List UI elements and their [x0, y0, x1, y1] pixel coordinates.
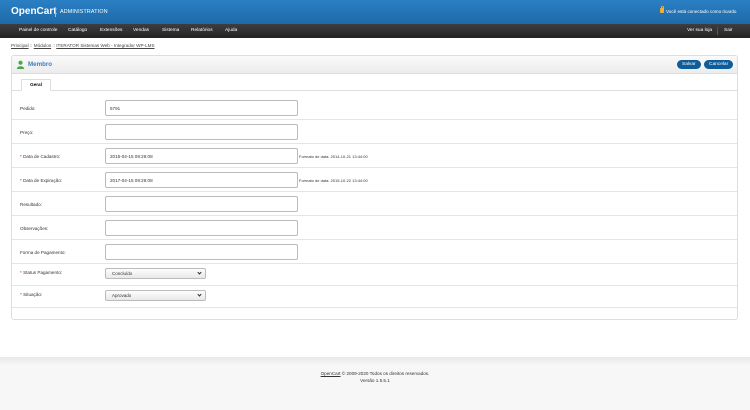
- form-row-price: Preço:: [12, 120, 737, 144]
- cancel-button[interactable]: Cancelar: [704, 60, 734, 69]
- form-row-payment-status: * Status Pagamento: Concluído: [12, 264, 737, 286]
- footer-copyright-text: © 2009-2020 Todos os direitos reservados…: [341, 371, 430, 376]
- breadcrumb-current[interactable]: ITERATOR Sistemas Web - Integrador WP-LM…: [56, 43, 154, 48]
- footer-version: Versão 1.5.5.1: [360, 378, 390, 383]
- breadcrumb-home[interactable]: Principal: [11, 43, 29, 48]
- notes-input[interactable]: [105, 220, 298, 236]
- breadcrumb-modules[interactable]: Módulos: [34, 43, 51, 48]
- footer-divider: [0, 357, 750, 365]
- menu-item-view-store[interactable]: Ver sua loja: [687, 28, 712, 33]
- breadcrumb-separator: ::: [29, 43, 33, 48]
- menu-item-catalog[interactable]: Catálogo: [68, 28, 87, 33]
- field-label: * Status Pagamento:: [20, 270, 62, 275]
- app-logo[interactable]: OpenCart: [11, 6, 57, 17]
- footer-copyright: OpenCart © 2009-2020 Todos os direitos r…: [0, 371, 750, 376]
- login-status: Você está conectado como ricardo: [666, 9, 737, 14]
- save-button[interactable]: Salvar: [677, 60, 701, 69]
- form-row-expiration-date: * Data de Expiração: 2017-04-15 09:26:08…: [12, 168, 737, 192]
- tab-general[interactable]: Geral: [21, 79, 51, 91]
- member-icon: [16, 60, 25, 69]
- footer-opencart-link[interactable]: OpenCart: [321, 371, 341, 376]
- field-label: Pedido:: [20, 106, 36, 111]
- tabs-divider: [12, 90, 737, 91]
- price-input[interactable]: [105, 124, 298, 140]
- field-label-text: Data de Expiração:: [23, 178, 63, 183]
- field-label: * Situação:: [20, 292, 42, 297]
- form-row-signup-date: * Data de Cadastro: 2015-04-15 09:26:08 …: [12, 144, 737, 168]
- app-subtitle: ADMINISTRATION: [60, 9, 108, 15]
- menu-item-sales[interactable]: Vendas: [133, 28, 149, 33]
- menu-item-extensions[interactable]: Extensões: [100, 28, 122, 33]
- form-row-notes: Observações:: [12, 216, 737, 240]
- panel-title: Membro: [28, 61, 53, 68]
- signup-date-input[interactable]: 2015-04-15 09:26:08: [105, 148, 298, 164]
- form-row-result: Resultado:: [12, 192, 737, 216]
- result-input[interactable]: [105, 196, 298, 212]
- date-format-hint: Formato de data: 2014-10-21 13:44:00: [299, 154, 368, 159]
- payment-method-input[interactable]: [105, 244, 298, 260]
- field-label: * Data de Expiração:: [20, 178, 62, 183]
- chevron-down-icon: [197, 292, 202, 297]
- form-row-order: Pedido: 5791: [12, 96, 737, 120]
- field-label-text: Data de Cadastro:: [23, 154, 61, 159]
- main-menu: Painel de controle Catálogo Extensões Ve…: [0, 24, 750, 38]
- date-format-hint: Formato de data: 2015-10-22 13:44:00: [299, 178, 368, 183]
- footer: OpenCart © 2009-2020 Todos os direitos r…: [0, 365, 750, 410]
- breadcrumb: Principal :: Módulos :: ITERATOR Sistema…: [11, 43, 155, 48]
- menu-item-help[interactable]: Ajuda: [225, 28, 237, 33]
- field-label-text: Status Pagamento:: [23, 270, 63, 275]
- menu-item-logout[interactable]: Sair: [724, 28, 733, 33]
- payment-status-select[interactable]: Concluído: [105, 268, 206, 279]
- menu-item-reports[interactable]: Relatórios: [191, 28, 213, 33]
- panel-header: Membro Salvar Cancelar: [12, 56, 737, 74]
- payment-status-value: Concluído: [112, 271, 133, 276]
- menu-item-system[interactable]: Sistema: [162, 28, 179, 33]
- menu-item-dashboard[interactable]: Painel de controle: [19, 28, 57, 33]
- member-panel: Membro Salvar Cancelar Geral Pedido: 579…: [11, 55, 738, 320]
- menu-divider: [717, 27, 718, 35]
- field-label-text: Situação:: [23, 292, 43, 297]
- chevron-down-icon: [197, 270, 202, 275]
- expiration-date-input[interactable]: 2017-04-15 09:26:08: [105, 172, 298, 188]
- field-label: Observações:: [20, 226, 49, 231]
- header-bar: OpenCart ADMINISTRATION Você está conect…: [0, 0, 750, 24]
- order-input[interactable]: 5791: [105, 100, 298, 116]
- logo-divider: [55, 8, 56, 17]
- situation-select[interactable]: Aprovado: [105, 290, 206, 301]
- form-row-situation: * Situação: Aprovado: [12, 286, 737, 308]
- field-label: * Data de Cadastro:: [20, 154, 60, 159]
- form-row-payment-method: Forma de Pagamento:: [12, 240, 737, 264]
- field-label: Preço:: [20, 130, 34, 135]
- breadcrumb-separator: ::: [52, 43, 55, 48]
- field-label: Resultado:: [20, 202, 42, 207]
- field-label: Forma de Pagamento:: [20, 250, 66, 255]
- lock-icon: [660, 6, 664, 13]
- situation-value: Aprovado: [112, 293, 132, 298]
